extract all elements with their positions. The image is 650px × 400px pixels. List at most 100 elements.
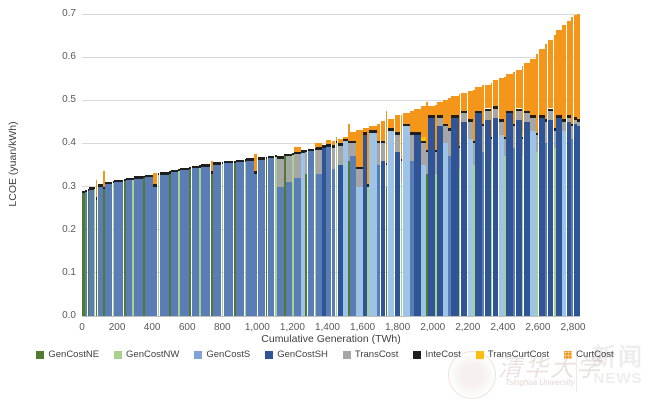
inte-cost-segment	[451, 115, 458, 118]
legend-item-transcost: TransCost	[343, 349, 398, 360]
supply-curve-bar	[126, 178, 132, 316]
inte-cost-segment	[326, 144, 331, 147]
supply-curve-bar	[530, 59, 536, 316]
inte-cost-segment	[338, 143, 343, 146]
inte-cost-segment	[437, 115, 443, 118]
gen-cost-segment	[171, 172, 178, 316]
gen-cost-segment	[461, 122, 468, 316]
gen-cost-segment	[421, 165, 426, 316]
supply-curve-bar	[160, 172, 169, 316]
gen-cost-segment	[98, 187, 103, 316]
supply-curve-bar	[134, 176, 142, 316]
supply-curve-bar	[428, 106, 435, 316]
inte-cost-segment	[224, 161, 233, 164]
inte-cost-segment	[145, 175, 152, 178]
inte-cost-segment	[114, 180, 123, 183]
curt-cost-segment	[468, 91, 473, 119]
curt-cost-segment	[428, 106, 435, 115]
curt-cost-segment	[475, 87, 482, 111]
trans-cost-segment	[395, 135, 401, 152]
supply-curve-bar	[485, 85, 491, 316]
trans-cost-segment	[493, 109, 499, 118]
legend-item-transcurtcost: TransCurtCost	[476, 349, 549, 360]
inte-cost-segment	[548, 109, 554, 112]
supply-curve-bar	[192, 166, 199, 316]
supply-curve-bar	[258, 157, 265, 316]
gen-cost-segment	[180, 170, 188, 316]
supply-curve-bar	[451, 96, 458, 316]
curt-cost-segment	[421, 106, 426, 136]
curt-cost-segment	[395, 115, 401, 132]
gen-cost-segment	[224, 163, 233, 316]
trans-cost-segment	[516, 111, 522, 120]
legend-swatch	[194, 351, 202, 359]
supply-curve-bar	[224, 161, 233, 316]
inte-cost-segment	[468, 119, 473, 122]
curt-cost-segment	[548, 40, 554, 109]
supply-curve-bar	[499, 78, 504, 316]
supply-curve-bar	[388, 119, 395, 316]
gen-cost-segment	[556, 118, 561, 316]
supply-curve-bar	[308, 149, 315, 316]
legend-label: GenCostNW	[126, 349, 179, 360]
supply-curve-bar	[369, 126, 376, 316]
gen-cost-segment	[388, 131, 395, 317]
y-axis-title: LCOE (yuan/kWh)	[7, 94, 19, 234]
supply-curve-bar	[171, 170, 178, 316]
gen-cost-segment	[332, 169, 336, 316]
y-tick-label: 0.0	[50, 310, 76, 322]
curt-cost-segment	[539, 49, 545, 115]
y-tick-label: 0.7	[50, 8, 76, 20]
gen-cost-segment	[403, 126, 410, 316]
inte-cost-segment	[246, 158, 253, 161]
gen-cost-segment	[268, 158, 275, 316]
gen-cost-segment	[475, 113, 482, 316]
inte-cost-segment	[381, 141, 386, 144]
inte-cost-segment	[180, 168, 188, 171]
y-tick-label: 0.2	[50, 224, 76, 236]
trans-curt-cost-segment	[421, 137, 426, 141]
lcoe-supply-curve-chart: LCOE (yuan/kWh) 0.00.10.20.30.40.50.60.7…	[0, 0, 650, 400]
inte-cost-segment	[556, 115, 561, 118]
trans-cost-segment	[286, 156, 292, 182]
trans-cost-segment	[524, 113, 530, 122]
gen-cost-segment	[192, 168, 199, 316]
gen-cost-segment	[160, 175, 169, 317]
curt-cost-segment	[562, 25, 567, 119]
y-tick-label: 0.4	[50, 137, 76, 149]
supply-curve-bar	[363, 128, 367, 316]
inte-cost-segment	[308, 149, 315, 152]
trans-cost-segment	[443, 126, 448, 143]
y-tick-label: 0.5	[50, 94, 76, 106]
gen-cost-segment	[145, 177, 152, 316]
inte-cost-segment	[126, 178, 132, 181]
inte-cost-segment	[98, 184, 103, 187]
legend-item-gencostnw: GenCostNW	[114, 349, 179, 360]
inte-cost-segment	[567, 115, 571, 118]
legend-item-gencostsh: GenCostSH	[265, 349, 328, 360]
inte-cost-segment	[236, 160, 244, 163]
curt-cost-segment	[499, 78, 504, 119]
supply-curve-bar	[114, 180, 123, 316]
y-tick-label: 0.3	[50, 181, 76, 193]
inte-cost-segment	[268, 156, 275, 159]
gen-cost-segment	[451, 118, 458, 316]
legend-swatch	[476, 351, 484, 359]
inte-cost-segment	[192, 166, 199, 169]
gen-cost-segment	[286, 182, 292, 316]
inte-cost-segment	[160, 172, 169, 175]
legend-item-gencosts: GenCostS	[194, 349, 250, 360]
curt-cost-segment	[369, 126, 376, 130]
y-tick-label: 0.6	[50, 51, 76, 63]
legend-label: TransCost	[355, 349, 398, 360]
gen-cost-segment	[562, 131, 567, 317]
supply-curve-bar	[539, 49, 545, 316]
gen-cost-segment	[468, 139, 473, 316]
supply-curve-bar	[468, 91, 473, 316]
inte-cost-segment	[171, 170, 178, 173]
inte-cost-segment	[363, 132, 367, 135]
supply-curve-bar	[105, 182, 112, 316]
gen-cost-segment	[89, 190, 94, 316]
supply-curve-bar	[213, 162, 221, 316]
inte-cost-segment	[356, 167, 363, 170]
